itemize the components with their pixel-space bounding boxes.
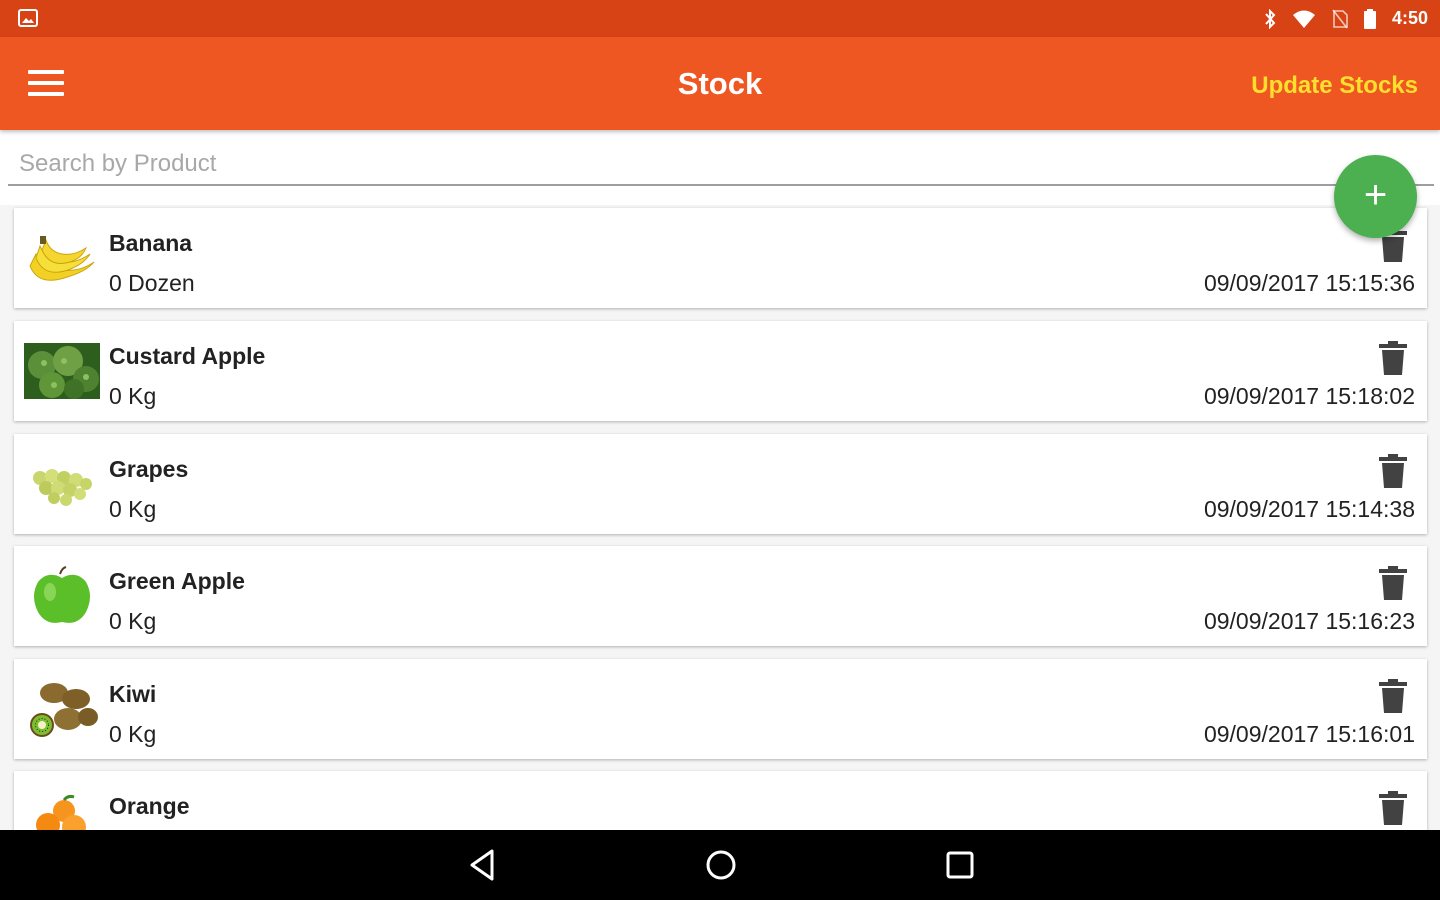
delete-icon[interactable] <box>1378 679 1408 713</box>
updated-timestamp: 09/09/2017 15:14:38 <box>1203 496 1415 522</box>
product-name: Green Apple <box>109 568 245 594</box>
home-icon[interactable] <box>703 847 739 883</box>
list-item[interactable]: Orange <box>14 771 1427 830</box>
delete-icon[interactable] <box>1378 566 1408 600</box>
product-name: Grapes <box>109 456 189 482</box>
delete-icon[interactable] <box>1378 791 1408 825</box>
page-title: Stock <box>677 66 763 101</box>
updated-timestamp: 09/09/2017 15:16:01 <box>1203 721 1415 747</box>
product-quantity: 0 Kg <box>109 496 157 522</box>
updated-timestamp: 09/09/2017 15:15:36 <box>1203 270 1415 296</box>
app-bar: Stock Update Stocks <box>0 37 1440 130</box>
recents-icon[interactable] <box>942 847 978 883</box>
product-name: Kiwi <box>109 681 157 707</box>
delete-icon[interactable] <box>1378 341 1408 375</box>
banana-image <box>29 236 95 281</box>
product-quantity: 0 Kg <box>109 721 157 747</box>
orange-image <box>36 794 86 830</box>
product-name: Banana <box>109 230 193 256</box>
product-quantity: 0 Kg <box>109 383 157 409</box>
custard-apple-image <box>24 343 100 399</box>
delete-icon[interactable] <box>1378 454 1408 488</box>
search-bar <box>0 130 1440 205</box>
battery-icon <box>1363 8 1376 29</box>
grapes-image <box>33 469 92 506</box>
product-name: Orange <box>109 793 190 819</box>
search-input[interactable] <box>8 144 1434 186</box>
status-time: 4:50 <box>1391 8 1428 28</box>
product-quantity: 0 Kg <box>109 608 157 634</box>
product-quantity: 0 Dozen <box>109 270 195 296</box>
add-product-button[interactable]: + <box>1334 155 1417 238</box>
bluetooth-icon <box>1264 8 1276 29</box>
kiwi-image <box>30 683 98 737</box>
update-stocks-button[interactable]: Update Stocks <box>1251 37 1418 130</box>
product-list[interactable]: Banana 0 Dozen 09/09/2017 15:15:36 Custa… <box>0 205 1440 830</box>
status-bar: 4:50 <box>0 0 1440 37</box>
list-item[interactable]: Custard Apple 0 Kg 09/09/2017 15:18:02 <box>14 321 1427 421</box>
updated-timestamp: 09/09/2017 15:18:02 <box>1203 383 1415 409</box>
list-item[interactable]: Grapes 0 Kg 09/09/2017 15:14:38 <box>14 434 1427 534</box>
green-apple-image <box>34 566 90 623</box>
list-item[interactable]: Kiwi 0 Kg 09/09/2017 15:16:01 <box>14 659 1427 759</box>
back-icon[interactable] <box>464 847 500 883</box>
system-nav-bar <box>0 830 1440 900</box>
plus-icon: + <box>1363 173 1388 217</box>
product-name: Custard Apple <box>109 343 266 369</box>
updated-timestamp: 09/09/2017 15:16:23 <box>1203 608 1415 634</box>
gallery-notification-icon <box>18 9 38 32</box>
wifi-icon <box>1292 10 1316 28</box>
list-item[interactable]: Green Apple 0 Kg 09/09/2017 15:16:23 <box>14 546 1427 646</box>
list-item[interactable]: Banana 0 Dozen 09/09/2017 15:15:36 <box>14 208 1427 308</box>
no-sim-icon <box>1332 9 1348 29</box>
